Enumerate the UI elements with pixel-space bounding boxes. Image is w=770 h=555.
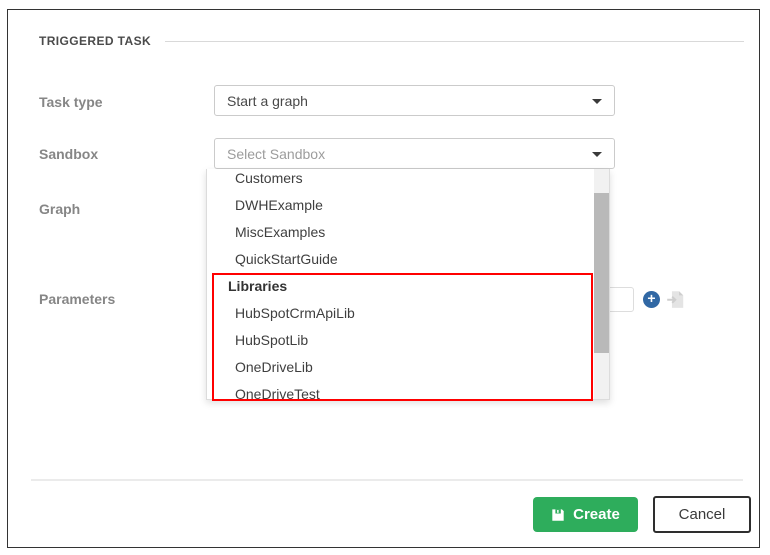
sandbox-placeholder: Select Sandbox xyxy=(227,146,325,162)
plus-icon: + xyxy=(647,290,655,306)
dropdown-option-onedrivetest[interactable]: OneDriveTest xyxy=(207,381,594,400)
dropdown-group-libraries: Libraries xyxy=(207,273,594,300)
dropdown-scrollbar-track[interactable] xyxy=(594,169,609,399)
create-button[interactable]: Create xyxy=(533,497,638,532)
graph-label: Graph xyxy=(39,201,80,217)
sandbox-dropdown-panel: Customers DWHExample MiscExamples QuickS… xyxy=(206,169,610,400)
caret-down-icon xyxy=(592,152,602,157)
dropdown-option-hubspotcrmapilib[interactable]: HubSpotCrmApiLib xyxy=(207,300,594,327)
cancel-button[interactable]: Cancel xyxy=(653,496,751,533)
sandbox-dropdown-list: Customers DWHExample MiscExamples QuickS… xyxy=(207,169,594,400)
parameters-label: Parameters xyxy=(39,291,115,307)
import-file-icon xyxy=(666,290,685,309)
task-type-select[interactable]: Start a graph xyxy=(214,85,615,116)
add-parameter-button[interactable]: + xyxy=(643,291,660,308)
dropdown-option-quickstartguide[interactable]: QuickStartGuide xyxy=(207,246,594,273)
dropdown-option-hubspotlib[interactable]: HubSpotLib xyxy=(207,327,594,354)
task-type-label: Task type xyxy=(39,94,103,110)
sandbox-select[interactable]: Select Sandbox xyxy=(214,138,615,169)
section-header: TRIGGERED TASK xyxy=(39,34,744,48)
cancel-button-label: Cancel xyxy=(679,506,726,523)
import-parameters-button[interactable] xyxy=(666,290,685,309)
sandbox-label: Sandbox xyxy=(39,146,98,162)
dropdown-option-onedrivelib[interactable]: OneDriveLib xyxy=(207,354,594,381)
caret-down-icon xyxy=(592,99,602,104)
task-type-value: Start a graph xyxy=(227,93,308,109)
triggered-task-dialog: TRIGGERED TASK Task type Start a graph S… xyxy=(7,9,760,548)
section-title: TRIGGERED TASK xyxy=(39,34,151,48)
save-icon xyxy=(551,508,565,522)
section-divider xyxy=(165,41,744,42)
dropdown-option-customers[interactable]: Customers xyxy=(207,169,594,192)
footer-divider xyxy=(31,479,743,481)
dropdown-option-miscexamples[interactable]: MiscExamples xyxy=(207,219,594,246)
screenshot-stage: TRIGGERED TASK Task type Start a graph S… xyxy=(0,0,770,555)
create-button-label: Create xyxy=(573,506,620,523)
dropdown-option-dwhexample[interactable]: DWHExample xyxy=(207,192,594,219)
dropdown-scrollbar-thumb[interactable] xyxy=(594,193,609,353)
